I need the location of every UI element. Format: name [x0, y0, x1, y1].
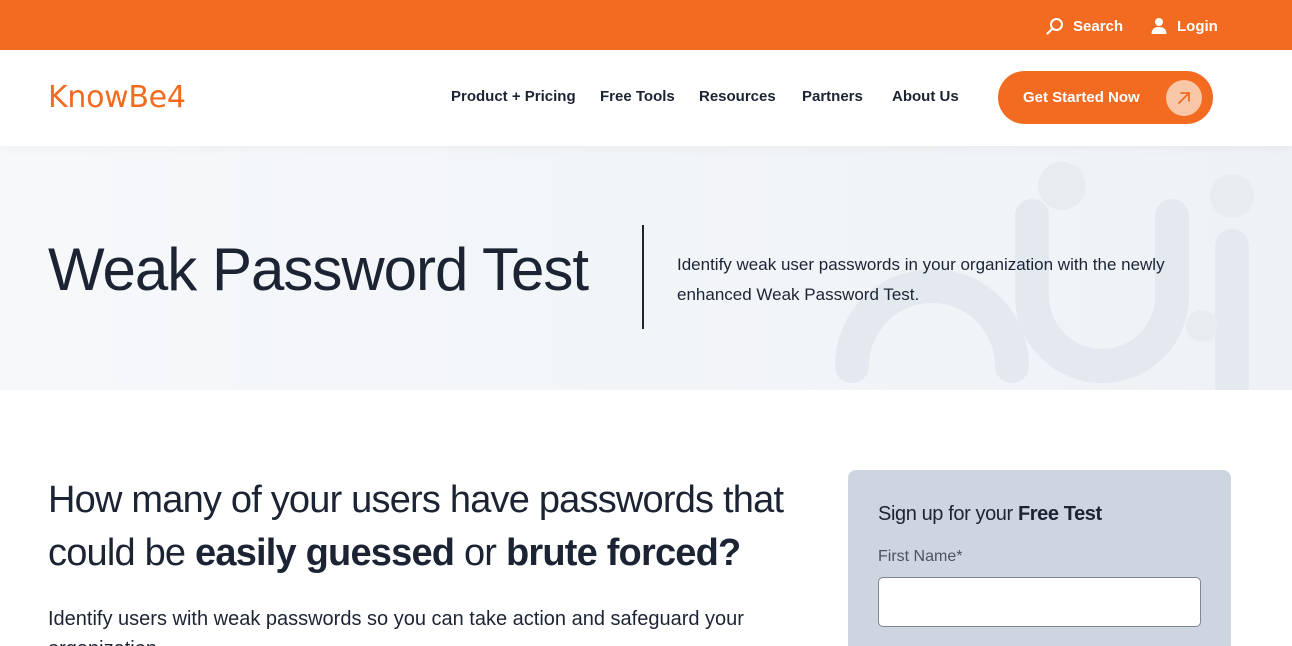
question-emphasis-1: easily guessed [195, 532, 455, 574]
nav-item-resources[interactable]: Resources [699, 88, 776, 105]
form-heading-emphasis: Free Test [1017, 503, 1102, 525]
login-label: Login [1177, 17, 1218, 35]
search-icon [1046, 18, 1063, 35]
first-name-label: First Name* [878, 548, 963, 565]
get-started-label: Get Started Now [1023, 89, 1140, 106]
page-title: Weak Password Test [48, 236, 589, 303]
arrow-up-right-icon [1166, 80, 1202, 116]
intro-paragraph: Identify users with weak passwords so yo… [48, 608, 744, 646]
search-label: Search [1073, 17, 1124, 35]
hero-banner: Weak Password Test Identify weak user pa… [0, 146, 1292, 390]
first-name-field[interactable] [878, 577, 1201, 627]
nav-item-partners[interactable]: Partners [802, 88, 863, 105]
user-icon [1151, 18, 1167, 34]
hero-divider [642, 225, 644, 329]
get-started-button[interactable]: Get Started Now [998, 71, 1213, 124]
nav-item-free-tools[interactable]: Free Tools [600, 88, 675, 105]
login-link[interactable]: Login [1150, 15, 1218, 37]
top-utility-bar: Search Login [0, 0, 1292, 50]
question-text-2: or [454, 532, 506, 574]
main-navigation: KnowBe4 Product + Pricing Free Tools Res… [0, 50, 1292, 146]
search-link[interactable]: Search [1046, 15, 1123, 37]
hero-description: Identify weak user passwords in your org… [677, 255, 1165, 304]
nav-item-product-pricing[interactable]: Product + Pricing [451, 88, 576, 105]
nav-item-about-us[interactable]: About Us [892, 88, 959, 105]
knowbe4-logo[interactable]: KnowBe4 [48, 80, 186, 116]
signup-form: Sign up for your Free Test First Name* [848, 470, 1231, 646]
form-heading-prefix: Sign up for your [878, 503, 1018, 525]
question-emphasis-2: brute forced? [505, 532, 741, 574]
form-heading: Sign up for your Free Test [878, 500, 1201, 528]
main-question-heading: How many of your users have passwords th… [48, 474, 808, 580]
